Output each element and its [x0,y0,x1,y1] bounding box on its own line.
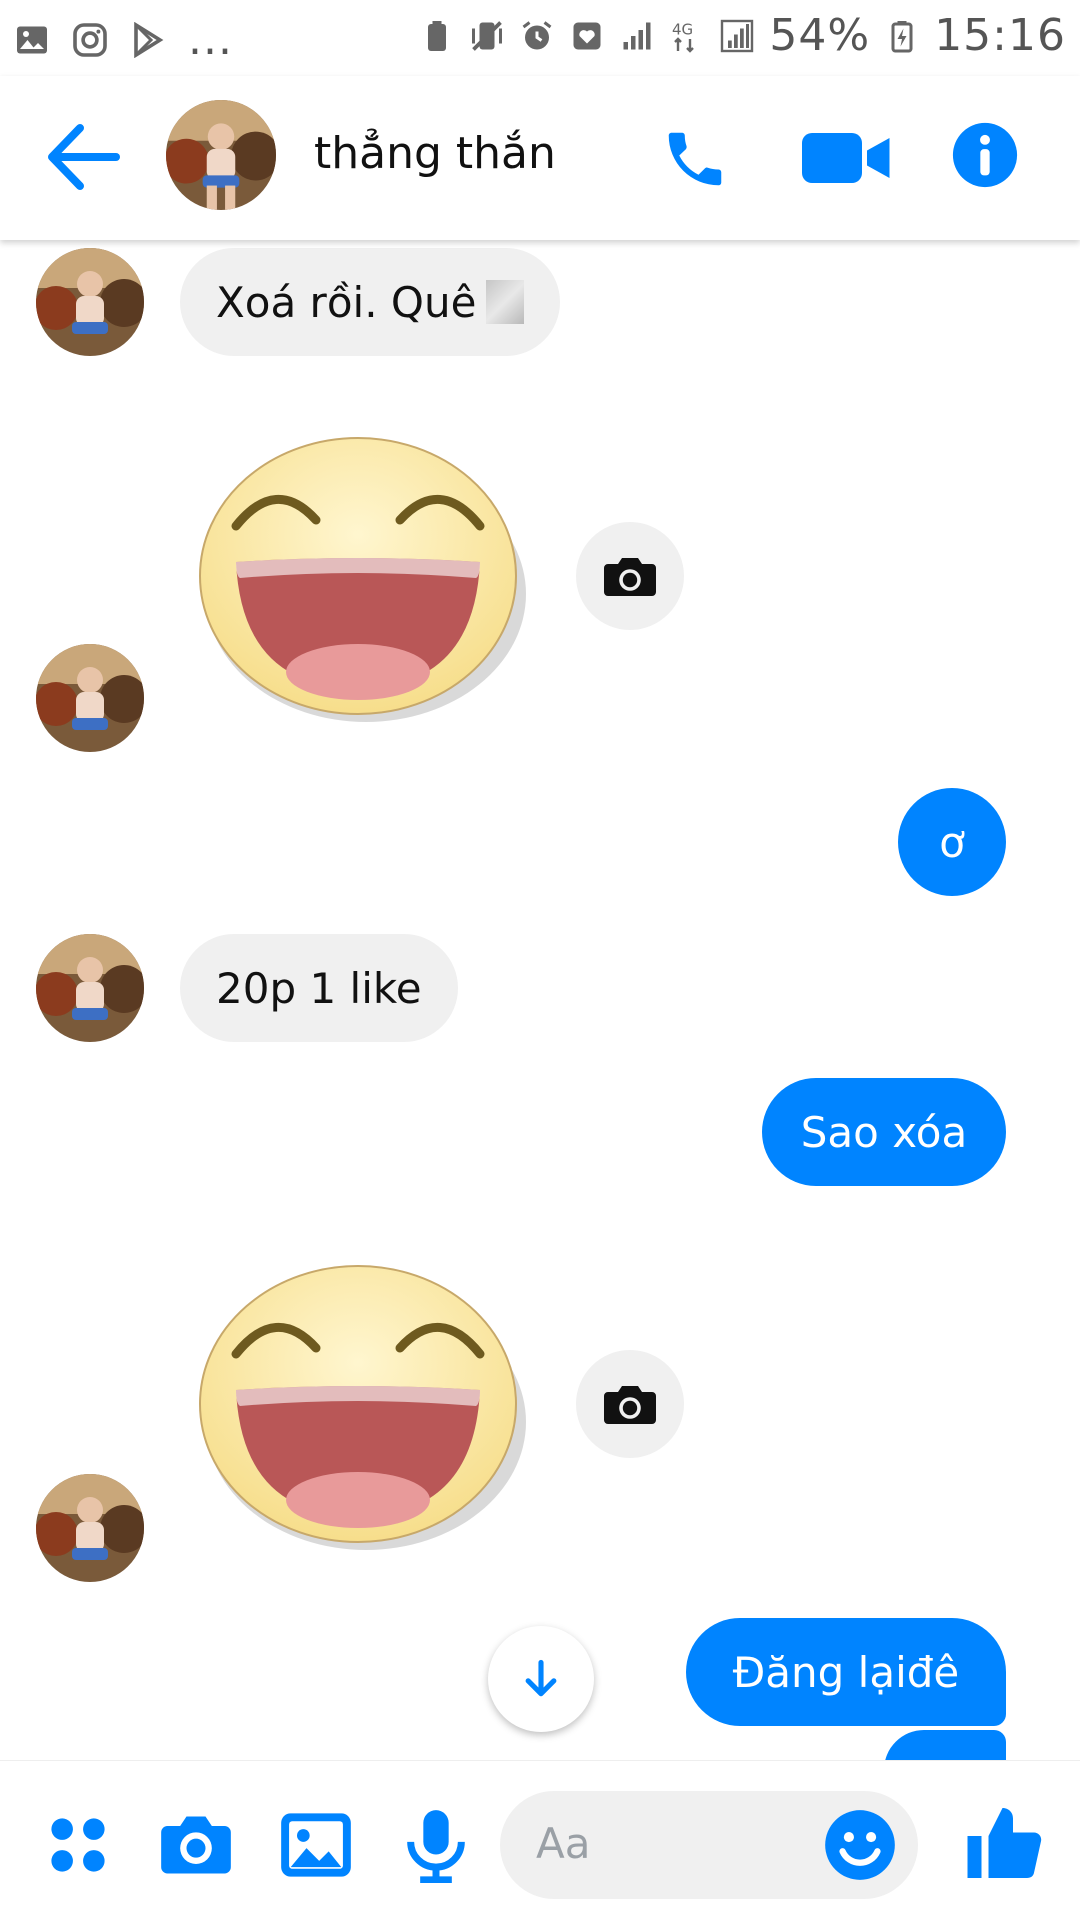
instagram-icon [73,22,107,57]
image-icon [17,26,47,53]
laughing-sticker[interactable] [196,1254,526,1554]
battery-charging-icon [891,20,913,52]
blurred-emoji-icon [486,280,525,324]
clock: 15:16 [934,10,1066,61]
back-arrow-icon[interactable] [44,120,124,194]
camera-icon [604,558,656,596]
message-input[interactable]: Aa [500,1791,918,1899]
conversation-header: thẳng thắn [0,76,1080,240]
apps-icon[interactable] [40,1807,116,1883]
alarm-icon [522,20,552,49]
message-list[interactable]: Xoá rồi. Quê ơ 20p 1 like Sao xóa Đăng l… [0,240,1080,1760]
microphone-icon[interactable] [398,1807,474,1883]
sender-avatar[interactable] [36,248,144,356]
camera-share-button[interactable] [576,522,684,630]
incoming-message[interactable]: 20p 1 like [180,934,458,1042]
emoji-icon[interactable] [822,1807,898,1883]
arrow-down-icon [525,1659,557,1697]
scroll-to-bottom-button[interactable] [488,1626,594,1732]
gallery-icon[interactable] [278,1807,354,1883]
message-input-placeholder: Aa [536,1819,591,1868]
video-camera-icon[interactable] [802,128,892,188]
signal-icon [623,22,651,49]
battery-percent: 54% [769,10,871,61]
message-text: ơ [939,817,965,867]
sender-avatar[interactable] [36,644,144,752]
4g-icon: 4G [672,20,695,53]
camera-share-button[interactable] [576,1350,684,1458]
play-store-icon [134,21,164,58]
camera-icon [604,1386,656,1424]
outgoing-message[interactable]: Sao xóa [762,1078,1006,1186]
battery-saver-icon [428,20,447,51]
message-text: Đăng lạiđê [732,1647,960,1697]
status-bar: ... 4G 54% 15:16 [0,0,1080,76]
phone-icon[interactable] [660,124,730,194]
outgoing-message-partial[interactable] [884,1730,1006,1760]
outgoing-message[interactable]: Đăng lạiđê [686,1618,1006,1726]
message-text: 20p 1 like [216,963,422,1013]
composer-bar: Aa [0,1760,1080,1921]
signal-icon-2 [721,19,754,52]
message-text: Xoá rồi. Quê [216,277,477,327]
sender-avatar[interactable] [36,1474,144,1582]
info-icon[interactable] [950,120,1020,190]
thumbs-up-icon[interactable] [964,1801,1048,1885]
contact-avatar[interactable] [166,100,276,210]
outgoing-message[interactable]: ơ [898,788,1006,896]
message-text: Sao xóa [800,1107,968,1157]
vibrate-mute-icon [472,20,503,51]
incoming-message[interactable]: Xoá rồi. Quê [180,248,561,356]
laughing-sticker[interactable] [196,426,526,726]
contact-name[interactable]: thẳng thắn [314,128,556,179]
sender-avatar[interactable] [36,934,144,1042]
svg-text:4G: 4G [672,20,693,38]
heart-notification-icon [573,22,601,49]
more-notifications: ... [188,14,233,65]
camera-icon[interactable] [158,1807,234,1883]
